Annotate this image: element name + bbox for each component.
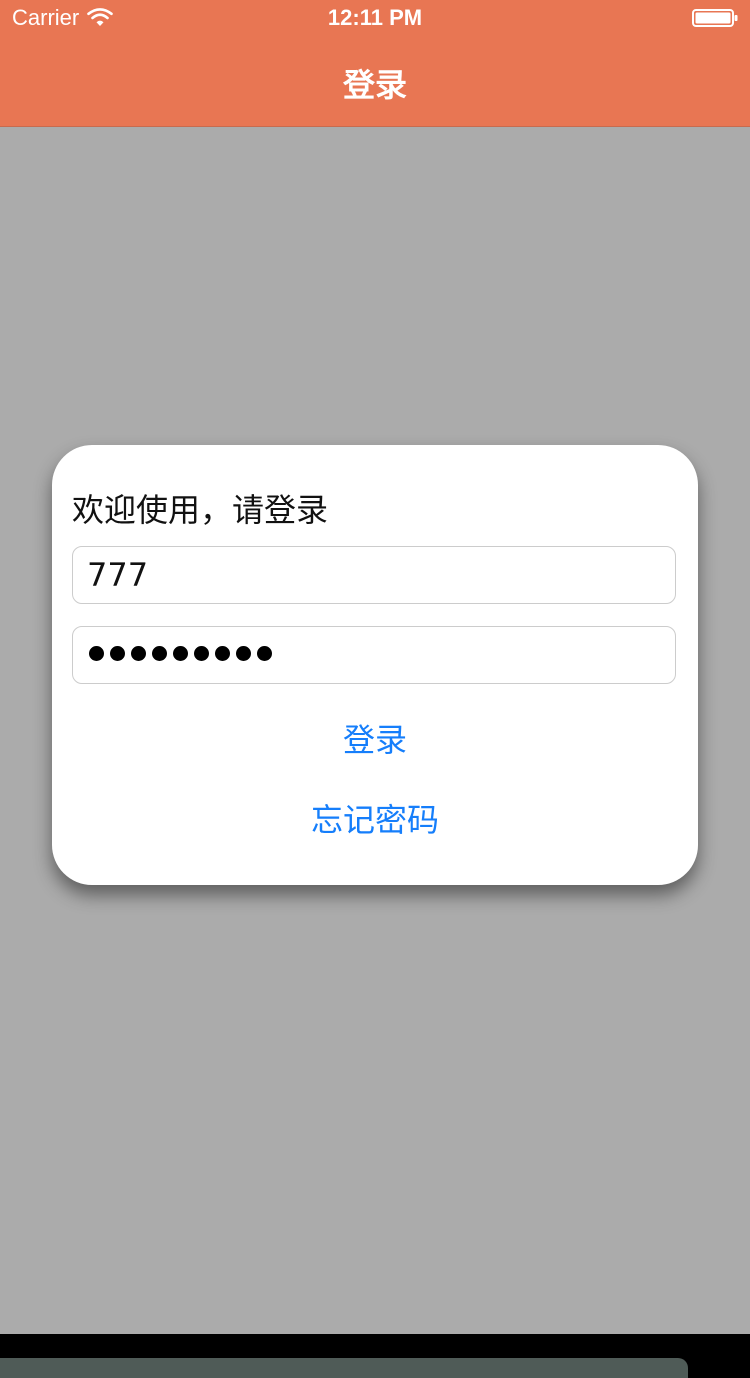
password-dot [110,646,125,661]
username-value: 777 [87,556,149,594]
bottom-strip-preview [0,1358,688,1378]
forgot-password-button[interactable]: 忘记密码 [52,795,698,841]
password-dot [152,646,167,661]
password-dot [215,646,230,661]
clock: 12:11 PM [327,5,423,30]
battery-icon [692,9,738,27]
password-dot [131,646,146,661]
password-field[interactable] [72,626,676,684]
username-field[interactable]: 777 [72,546,676,604]
dialog-title: 欢迎使用，请登录 [72,491,329,529]
login-dialog: 欢迎使用，请登录 777 登录 忘记密码 [52,445,698,885]
page-title: 登录 [342,66,407,104]
bottom-strip [0,1334,750,1378]
password-dot [194,646,209,661]
password-dot [257,646,272,661]
login-button[interactable]: 登录 [52,715,698,761]
password-dot [89,646,104,661]
password-dot [236,646,251,661]
status-bar: Carrier 12:11 PM [0,0,750,40]
password-dot [173,646,188,661]
password-mask [89,646,272,661]
navigation-bar: Carrier 12:11 PM 登录 [0,0,750,127]
